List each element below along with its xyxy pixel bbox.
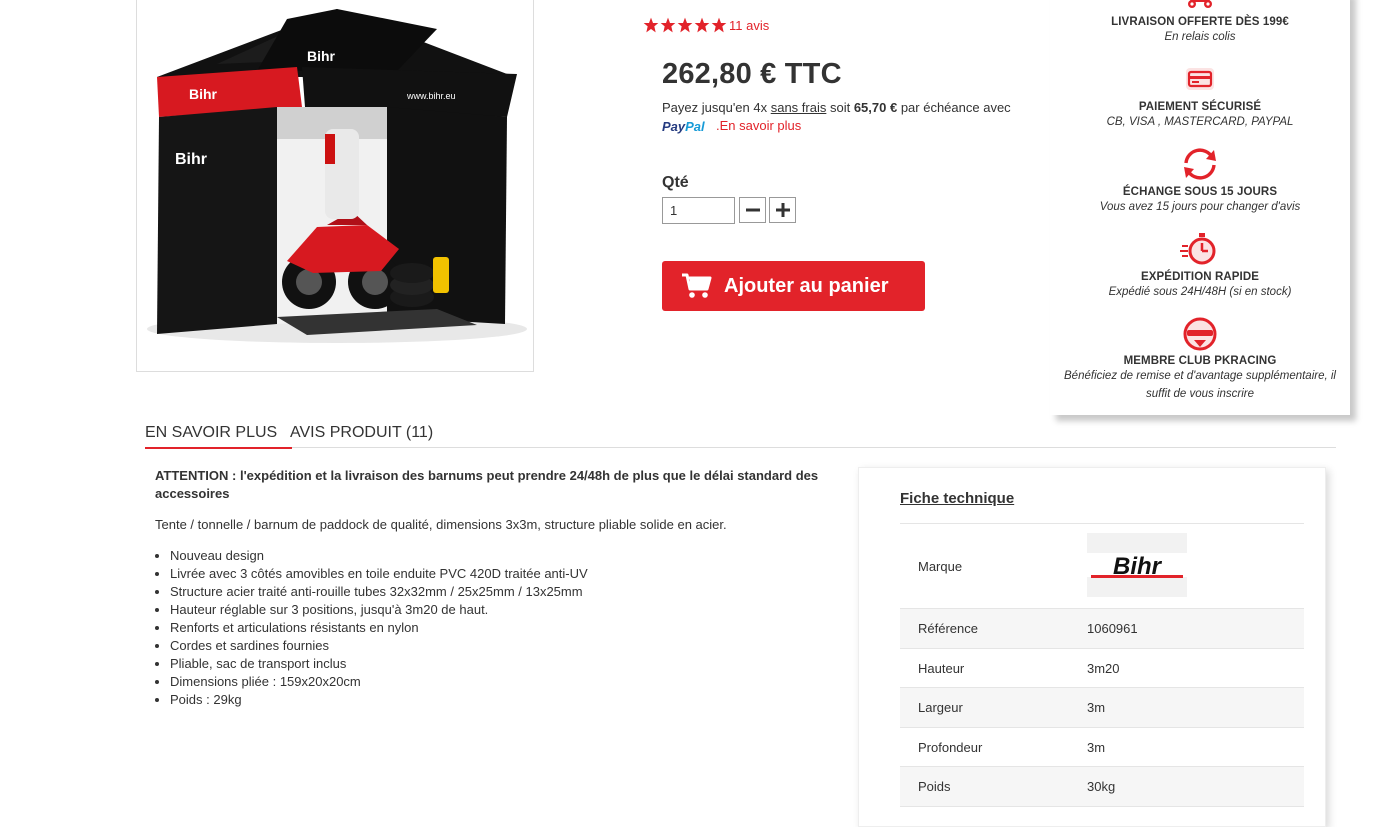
reassurance-subtitle-line2: suffit de vous inscrire	[1145, 388, 1254, 400]
reassurance-item-payment: PAIEMENT SÉCURISÉ CB, VISA , MASTERCARD,…	[1050, 62, 1350, 131]
table-row: Largeur 3m	[900, 687, 1304, 728]
tab-avis-produit[interactable]: AVIS PRODUIT (11)	[290, 424, 433, 442]
paypal-installment-text: Payez jusqu'en 4x sans frais soit 65,70 …	[662, 100, 1011, 115]
reassurance-subtitle: Expédié sous 24H/48H (si en stock)	[1108, 286, 1292, 298]
spec-value: 3m20	[1069, 648, 1304, 688]
reassurance-item-exchange: ÉCHANGE SOUS 15 JOURS Vous avez 15 jours…	[1050, 146, 1350, 216]
spec-value: 30kg	[1069, 766, 1304, 807]
shipping-warning: ATTENTION : l'expédition et la livraison…	[155, 468, 819, 501]
spec-label: Marque	[900, 523, 1069, 609]
list-item: Structure acier traité anti-rouille tube…	[170, 583, 588, 601]
tent-lettering-left: Bihr	[189, 86, 218, 102]
star-icon	[677, 17, 693, 33]
list-item: Cordes et sardines fournies	[170, 637, 588, 655]
spec-label: Largeur	[900, 687, 1069, 728]
helmet-icon	[1183, 317, 1217, 351]
reassurance-item-club: MEMBRE CLUB PKRACING Bénéficiez de remis…	[1050, 314, 1350, 403]
list-item: Renforts et articulations résistants en …	[170, 619, 588, 637]
reassurance-panel: LIVRAISON OFFERTE DÈS 199€ En relais col…	[1050, 0, 1350, 415]
quantity-label: Qté	[662, 174, 689, 191]
reassurance-item-delivery: LIVRAISON OFFERTE DÈS 199€ En relais col…	[1050, 0, 1350, 46]
tent-url: www.bihr.eu	[406, 91, 456, 101]
spec-label: Hauteur	[900, 648, 1069, 688]
list-item: Hauteur réglable sur 3 positions, jusqu'…	[170, 601, 588, 619]
reassurance-title: ÉCHANGE SOUS 15 JOURS	[1122, 186, 1278, 198]
table-row: Poids 30kg	[900, 766, 1304, 807]
plus-icon	[775, 203, 790, 217]
quantity-decrease-button[interactable]	[739, 197, 766, 223]
spec-label: Profondeur	[900, 727, 1069, 767]
tent-lettering-wall: Bihr	[175, 151, 207, 168]
star-icon	[660, 17, 676, 33]
reassurance-title: EXPÉDITION RAPIDE	[1141, 271, 1259, 283]
brand-logo[interactable]: Bihr	[1087, 532, 1187, 597]
table-row: Marque Bihr	[900, 523, 1304, 609]
spec-value: 3m	[1069, 727, 1304, 767]
paddock-tent-photo: Bihr www.bihr.eu Bihr Bihr	[137, 0, 533, 371]
list-item: Dimensions pliée : 159x20x20cm	[170, 673, 588, 691]
technical-sheet-title: Fiche technique	[900, 490, 1015, 507]
paypal-logo-pay: Pay	[662, 119, 686, 134]
quantity-increase-button[interactable]	[769, 197, 796, 223]
paypal-suffix: par échéance avec	[897, 100, 1011, 115]
table-row: Hauteur 3m20	[900, 648, 1304, 688]
spec-value: 1060961	[1069, 608, 1304, 649]
reassurance-title: PAIEMENT SÉCURISÉ	[1138, 101, 1262, 113]
description-intro: Tente / tonnelle / barnum de paddock de …	[155, 517, 727, 532]
paypal-learn-more-link[interactable]: .En savoir plus	[716, 118, 801, 133]
reassurance-subtitle: Vous avez 15 jours pour changer d'avis	[1099, 201, 1301, 213]
reviews-link[interactable]: 11 avis	[729, 18, 769, 33]
paypal-installment-amount: 65,70 €	[853, 100, 898, 115]
table-row: Profondeur 3m	[900, 727, 1304, 767]
spec-table: Marque Bihr Référence 1060961 Hauteur 3m…	[900, 523, 1304, 807]
shopping-cart-icon	[682, 273, 712, 298]
table-row: Référence 1060961	[900, 608, 1304, 649]
paypal-prefix: Payez jusqu'en 4x	[662, 100, 771, 115]
tab-en-savoir-plus[interactable]: EN SAVOIR PLUS	[145, 424, 292, 449]
add-to-cart-button[interactable]: Ajouter au panier	[662, 261, 925, 311]
quantity-input[interactable]	[662, 197, 735, 224]
spec-label: Référence	[900, 608, 1069, 649]
star-icon	[643, 17, 659, 33]
stopwatch-icon	[1180, 233, 1216, 265]
rating-stars	[643, 16, 727, 34]
list-item: Livrée avec 3 côtés amovibles en toile e…	[170, 565, 588, 583]
technical-sheet: Fiche technique Marque Bihr Référence 10…	[858, 467, 1326, 827]
reassurance-title: LIVRAISON OFFERTE DÈS 199€	[1111, 16, 1289, 28]
list-item: Pliable, sac de transport inclus	[170, 655, 588, 673]
list-item: Nouveau design	[170, 547, 588, 565]
product-image[interactable]: Bihr www.bihr.eu Bihr Bihr	[136, 0, 534, 372]
tabs-divider	[145, 447, 1336, 448]
spec-label: Poids	[900, 766, 1069, 807]
exchange-arrows-icon	[1184, 148, 1216, 180]
reassurance-subtitle: En relais colis	[1164, 31, 1236, 43]
features-list: Nouveau design Livrée avec 3 côtés amovi…	[170, 547, 588, 709]
minus-icon	[745, 208, 760, 212]
spec-value: 3m	[1069, 687, 1304, 728]
paypal-logo-pal: Pal	[685, 119, 705, 134]
list-item: Poids : 29kg	[170, 691, 588, 709]
add-to-cart-label: Ajouter au panier	[724, 274, 889, 297]
reassurance-item-shipping: EXPÉDITION RAPIDE Expédié sous 24H/48H (…	[1050, 230, 1350, 301]
product-price: 262,80 € TTC	[662, 58, 842, 90]
star-icon	[711, 17, 727, 33]
reassurance-subtitle: CB, VISA , MASTERCARD, PAYPAL	[1106, 116, 1294, 128]
paypal-logo: PayPal	[662, 119, 705, 134]
scooter-icon	[1188, 0, 1212, 8]
credit-card-icon	[1186, 68, 1214, 90]
spec-value: Bihr	[1069, 523, 1304, 609]
paypal-no-fees: sans frais	[770, 100, 827, 115]
paypal-middle: soit	[826, 100, 854, 115]
reassurance-subtitle-line1: Bénéficiez de remise et d'avantage suppl…	[1064, 370, 1336, 382]
reassurance-title: MEMBRE CLUB PKRACING	[1123, 355, 1277, 367]
star-icon	[694, 17, 710, 33]
tent-lettering-roof: Bihr	[307, 48, 336, 64]
